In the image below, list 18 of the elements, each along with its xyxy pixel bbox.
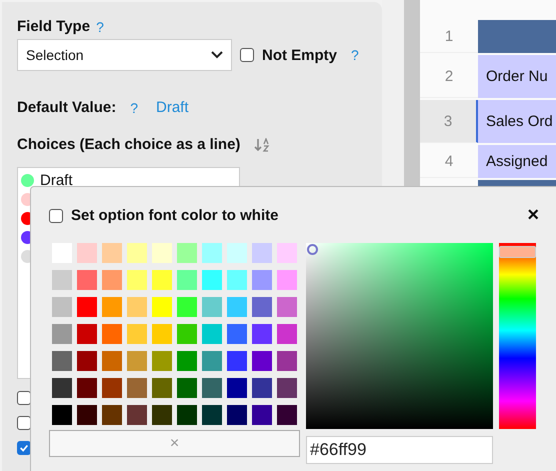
close-button[interactable]: × xyxy=(527,204,539,227)
field-label: Field Type xyxy=(17,18,90,35)
field-label: Choices (Each choice as a line) xyxy=(17,136,240,153)
field-label: Default Value: xyxy=(17,99,116,116)
row-number[interactable]: 3 xyxy=(420,100,478,143)
help-link[interactable]: ? xyxy=(96,18,104,34)
checkbox-label: Set option font color to white xyxy=(71,207,278,224)
checkbox-label: Not Empty xyxy=(262,46,337,64)
table-cell: Order Nu xyxy=(478,55,556,98)
default-value-link[interactable]: Draft xyxy=(156,99,189,116)
help-link[interactable]: ? xyxy=(351,47,359,63)
choice-text: Draft xyxy=(40,172,73,189)
hex-input[interactable]: #66ff99 xyxy=(306,436,493,464)
clear-button[interactable]: × xyxy=(49,430,300,457)
table-cell: Assigned xyxy=(478,145,556,178)
type-select[interactable]: Selection xyxy=(17,39,232,71)
table-cell: Sales Ord xyxy=(478,100,556,143)
help-link[interactable]: ? xyxy=(130,100,138,116)
